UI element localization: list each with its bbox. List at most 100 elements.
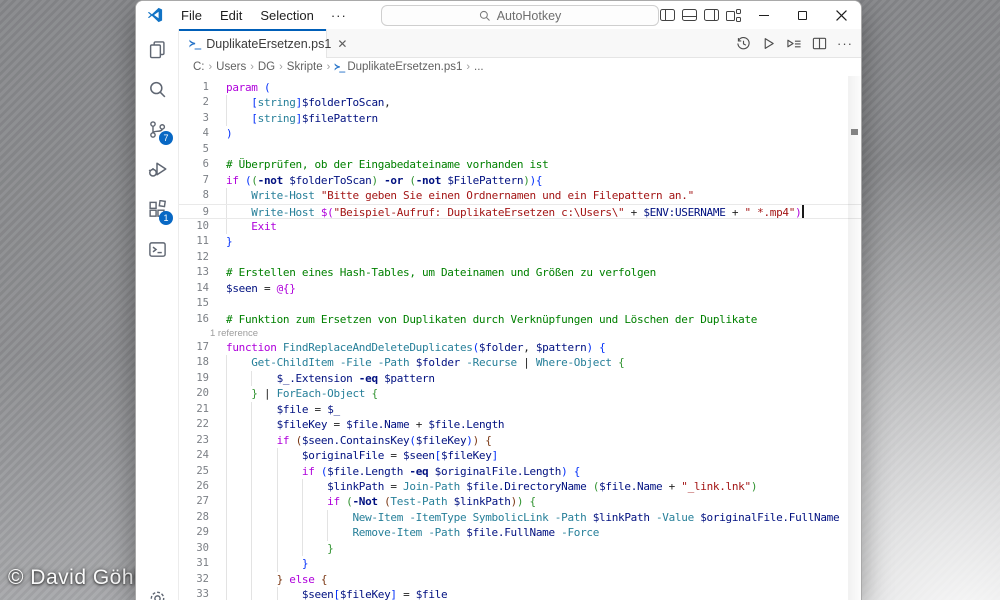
line-number[interactable]: 4 — [179, 126, 219, 141]
line-number[interactable]: 17 — [179, 340, 219, 355]
line-number[interactable]: 3 — [179, 111, 219, 126]
line-number[interactable]: 5 — [179, 142, 219, 157]
line-number[interactable]: 27 — [179, 494, 219, 509]
line-number[interactable]: 18 — [179, 355, 219, 370]
customize-layout-icon[interactable] — [726, 9, 741, 22]
settings-gear-icon[interactable] — [136, 589, 179, 600]
indent-guide — [302, 479, 303, 494]
vscode-logo-icon — [147, 7, 163, 23]
line-number[interactable]: 23 — [179, 433, 219, 448]
minimize-button[interactable] — [744, 1, 783, 29]
line-number[interactable]: 24 — [179, 448, 219, 463]
line-number[interactable]: 28 — [179, 510, 219, 525]
more-actions-icon[interactable]: ··· — [837, 36, 853, 51]
menu-item-selection[interactable]: Selection — [251, 5, 322, 26]
code-token: $pattern — [536, 341, 587, 354]
code-token: $file.Length — [428, 418, 504, 431]
line-number[interactable]: 10 — [179, 219, 219, 234]
menu-overflow-icon[interactable]: ··· — [323, 5, 355, 26]
search-view-icon[interactable] — [136, 69, 179, 109]
line-number[interactable]: 32 — [179, 572, 219, 587]
code-token: function — [226, 341, 283, 354]
line-number[interactable]: 19 — [179, 371, 219, 386]
command-center-search[interactable]: AutoHotkey — [381, 5, 659, 26]
indent-guide — [226, 205, 227, 218]
code-token: { — [618, 356, 624, 369]
line-number[interactable]: 2 — [179, 95, 219, 110]
terminal-view-icon[interactable] — [136, 229, 179, 269]
toggle-secondary-sidebar-icon[interactable] — [704, 9, 719, 21]
line-number[interactable]: 29 — [179, 525, 219, 540]
line-number[interactable]: 21 — [179, 402, 219, 417]
editor-pane[interactable]: 1param (2 [string]$folderToScan,3 [strin… — [179, 76, 861, 600]
toggle-primary-sidebar-icon[interactable] — [660, 9, 675, 21]
close-button[interactable] — [822, 1, 861, 29]
maximize-button[interactable] — [783, 1, 822, 29]
extensions-icon[interactable]: 1 — [136, 189, 179, 229]
line-number[interactable]: 16 — [179, 312, 219, 327]
code-token: $( — [321, 206, 334, 219]
powershell-file-icon: ≻_ — [334, 62, 344, 73]
line-number[interactable]: 6 — [179, 157, 219, 172]
line-number[interactable]: 11 — [179, 234, 219, 249]
code-token: Write-Host — [251, 206, 321, 219]
run-button[interactable] — [761, 36, 776, 51]
toggle-panel-icon[interactable] — [682, 9, 697, 21]
line-number[interactable]: 12 — [179, 250, 219, 265]
run-debug-icon[interactable] — [136, 149, 179, 189]
code-line: 29 Remove-Item -Path $file.FullName -For… — [179, 525, 861, 540]
line-number[interactable]: 9 — [179, 205, 219, 218]
line-number[interactable]: 15 — [179, 296, 219, 311]
code-line: 9 Write-Host $("Beispiel-Aufruf: Duplika… — [179, 204, 861, 219]
line-number[interactable]: 30 — [179, 541, 219, 556]
indent-guide — [277, 510, 278, 525]
breadcrumb-item[interactable]: ... — [474, 61, 484, 73]
tab-duplikateersetzen[interactable]: ≻_ DuplikateErsetzen.ps1 ✕ — [179, 29, 327, 58]
breadcrumb-item[interactable]: Users — [216, 61, 246, 73]
code-line: 22 $fileKey = $file.Name + $file.Length — [179, 417, 861, 432]
line-number[interactable]: 20 — [179, 386, 219, 401]
code-line: 30 } — [179, 541, 861, 556]
code-line-content: New-Item -ItemType SymbolicLink -Path $l… — [219, 510, 861, 525]
menu-item-edit[interactable]: Edit — [211, 5, 251, 26]
line-number[interactable]: 26 — [179, 479, 219, 494]
code-token — [226, 112, 251, 125]
line-number[interactable]: 7 — [179, 173, 219, 188]
split-editor-icon[interactable] — [812, 36, 827, 51]
code-token: $linkPath — [454, 495, 511, 508]
vertical-scrollbar[interactable] — [848, 76, 861, 600]
code-line: 24 $originalFile = $seen[$fileKey] — [179, 448, 861, 463]
breadcrumb-item[interactable]: DuplikateErsetzen.ps1 — [347, 61, 462, 73]
line-number[interactable]: 22 — [179, 417, 219, 432]
timeline-history-icon[interactable] — [736, 36, 751, 51]
code-line: 2 [string]$folderToScan, — [179, 95, 861, 110]
codelens-references[interactable]: 1 reference — [179, 327, 861, 340]
breadcrumb-item[interactable]: C: — [193, 61, 205, 73]
code-token: $pattern — [384, 372, 435, 385]
indent-guide — [251, 417, 252, 432]
line-number[interactable]: 8 — [179, 188, 219, 203]
indent-guide — [226, 402, 227, 417]
code-token: Exit — [251, 220, 276, 233]
layout-controls — [660, 1, 741, 29]
line-number[interactable]: 14 — [179, 281, 219, 296]
line-number[interactable]: 33 — [179, 587, 219, 600]
code-line: 33 $seen[$fileKey] = $file — [179, 587, 861, 600]
tab-close-icon[interactable]: ✕ — [337, 38, 347, 50]
code-token: + — [662, 480, 681, 493]
line-number[interactable]: 1 — [179, 80, 219, 95]
menu-item-file[interactable]: File — [172, 5, 211, 26]
indent-guide — [251, 541, 252, 556]
source-control-icon[interactable]: 7 — [136, 109, 179, 149]
breadcrumb-item[interactable]: Skripte — [287, 61, 323, 73]
line-number[interactable]: 13 — [179, 265, 219, 280]
indent-guide — [302, 494, 303, 509]
run-in-terminal-icon[interactable] — [786, 36, 802, 51]
desktop-background: © David Göhler File Edit Selection ··· ←… — [0, 0, 1000, 600]
line-number[interactable]: 25 — [179, 464, 219, 479]
code-line: 32 } else { — [179, 572, 861, 587]
explorer-icon[interactable] — [136, 29, 179, 69]
breadcrumb-item[interactable]: DG — [258, 61, 275, 73]
code-token: $folderToScan — [302, 96, 384, 109]
line-number[interactable]: 31 — [179, 556, 219, 571]
